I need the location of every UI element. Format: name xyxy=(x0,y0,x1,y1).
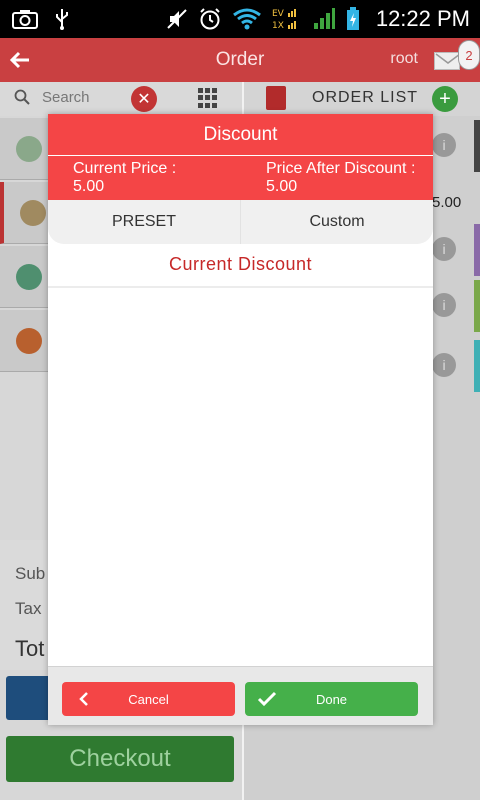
subtotal-label: Sub xyxy=(15,564,46,583)
alarm-icon xyxy=(198,7,222,31)
current-price-value: 5.00 xyxy=(73,178,105,195)
back-button[interactable] xyxy=(0,38,40,82)
mail-icon[interactable] xyxy=(434,52,461,70)
done-label: Done xyxy=(315,691,348,707)
discount-tabs: PRESET Custom xyxy=(48,200,433,244)
done-button[interactable]: Done xyxy=(245,682,418,716)
add-order-button[interactable]: + xyxy=(432,86,458,112)
screen: EV 1X 12:22 PM Order root 2 Search ✕ ORD… xyxy=(0,0,480,800)
search-input[interactable]: Search xyxy=(42,89,90,106)
info-icon[interactable]: i xyxy=(432,237,456,261)
current-price: Current Price : 5.00 xyxy=(48,160,240,200)
info-icon[interactable]: i xyxy=(432,293,456,317)
order-list-title: ORDER LIST xyxy=(312,89,419,106)
info-icon[interactable]: i xyxy=(432,133,456,157)
network-ev-icon: EV 1X xyxy=(272,6,302,32)
order-item[interactable]: i xyxy=(432,224,480,276)
tab-custom[interactable]: Custom xyxy=(240,200,433,244)
dialog-footer: Cancel Done xyxy=(48,666,433,725)
app-bar: Order root 2 xyxy=(0,38,480,82)
tab-preset[interactable]: PRESET xyxy=(48,200,240,244)
svg-text:1X: 1X xyxy=(272,21,284,31)
usb-icon xyxy=(54,8,70,30)
checkmark-icon xyxy=(257,689,277,709)
back-arrow-icon xyxy=(9,51,29,69)
user-name[interactable]: root xyxy=(390,50,418,68)
status-bar: EV 1X 12:22 PM xyxy=(0,0,480,38)
order-item[interactable]: i xyxy=(432,280,480,332)
price-after-discount: Price After Discount : 5.00 xyxy=(240,160,433,200)
discount-dialog: Discount Current Price : 5.00 Price Afte… xyxy=(48,114,433,725)
wifi-icon xyxy=(232,8,262,30)
trash-icon[interactable] xyxy=(266,86,286,110)
tax-label: Tax xyxy=(15,599,42,618)
info-icon[interactable]: i xyxy=(432,353,456,377)
current-discount-heading: Current Discount xyxy=(168,254,313,274)
order-item-price: 5.00 xyxy=(432,194,462,211)
chevron-left-icon xyxy=(74,689,94,709)
notification-badge[interactable]: 2 xyxy=(458,40,480,70)
checkout-button[interactable]: Checkout xyxy=(6,736,234,782)
search-icon xyxy=(14,89,30,110)
dialog-title: Discount xyxy=(48,114,433,156)
clear-search-button[interactable]: ✕ xyxy=(131,86,157,112)
order-list-header: ORDER LIST + xyxy=(244,82,480,116)
after-discount-value: 5.00 xyxy=(266,178,298,195)
current-price-label: Current Price : xyxy=(73,160,177,177)
clock-time: 12:22 PM xyxy=(375,6,470,31)
order-item[interactable]: i xyxy=(432,120,480,172)
search-bar: Search ✕ xyxy=(0,82,242,116)
grid-view-icon[interactable] xyxy=(198,88,218,108)
mute-icon xyxy=(166,8,188,30)
total-label: Tot xyxy=(15,636,45,661)
product-thumbnail xyxy=(16,136,42,162)
battery-charging-icon xyxy=(346,7,360,31)
cancel-button[interactable]: Cancel xyxy=(62,682,235,716)
price-summary: Current Price : 5.00 Price After Discoun… xyxy=(48,156,433,200)
screenshot-icon xyxy=(12,9,38,29)
product-thumbnail xyxy=(20,200,46,226)
dialog-header: Discount Current Price : 5.00 Price Afte… xyxy=(48,114,433,200)
product-thumbnail xyxy=(16,328,42,354)
product-thumbnail xyxy=(16,264,42,290)
order-item[interactable]: i xyxy=(432,340,480,392)
svg-text:EV: EV xyxy=(272,9,285,19)
after-discount-label: Price After Discount : xyxy=(266,160,416,177)
cancel-label: Cancel xyxy=(128,691,169,707)
divider xyxy=(48,286,433,288)
signal-icon xyxy=(312,7,336,31)
